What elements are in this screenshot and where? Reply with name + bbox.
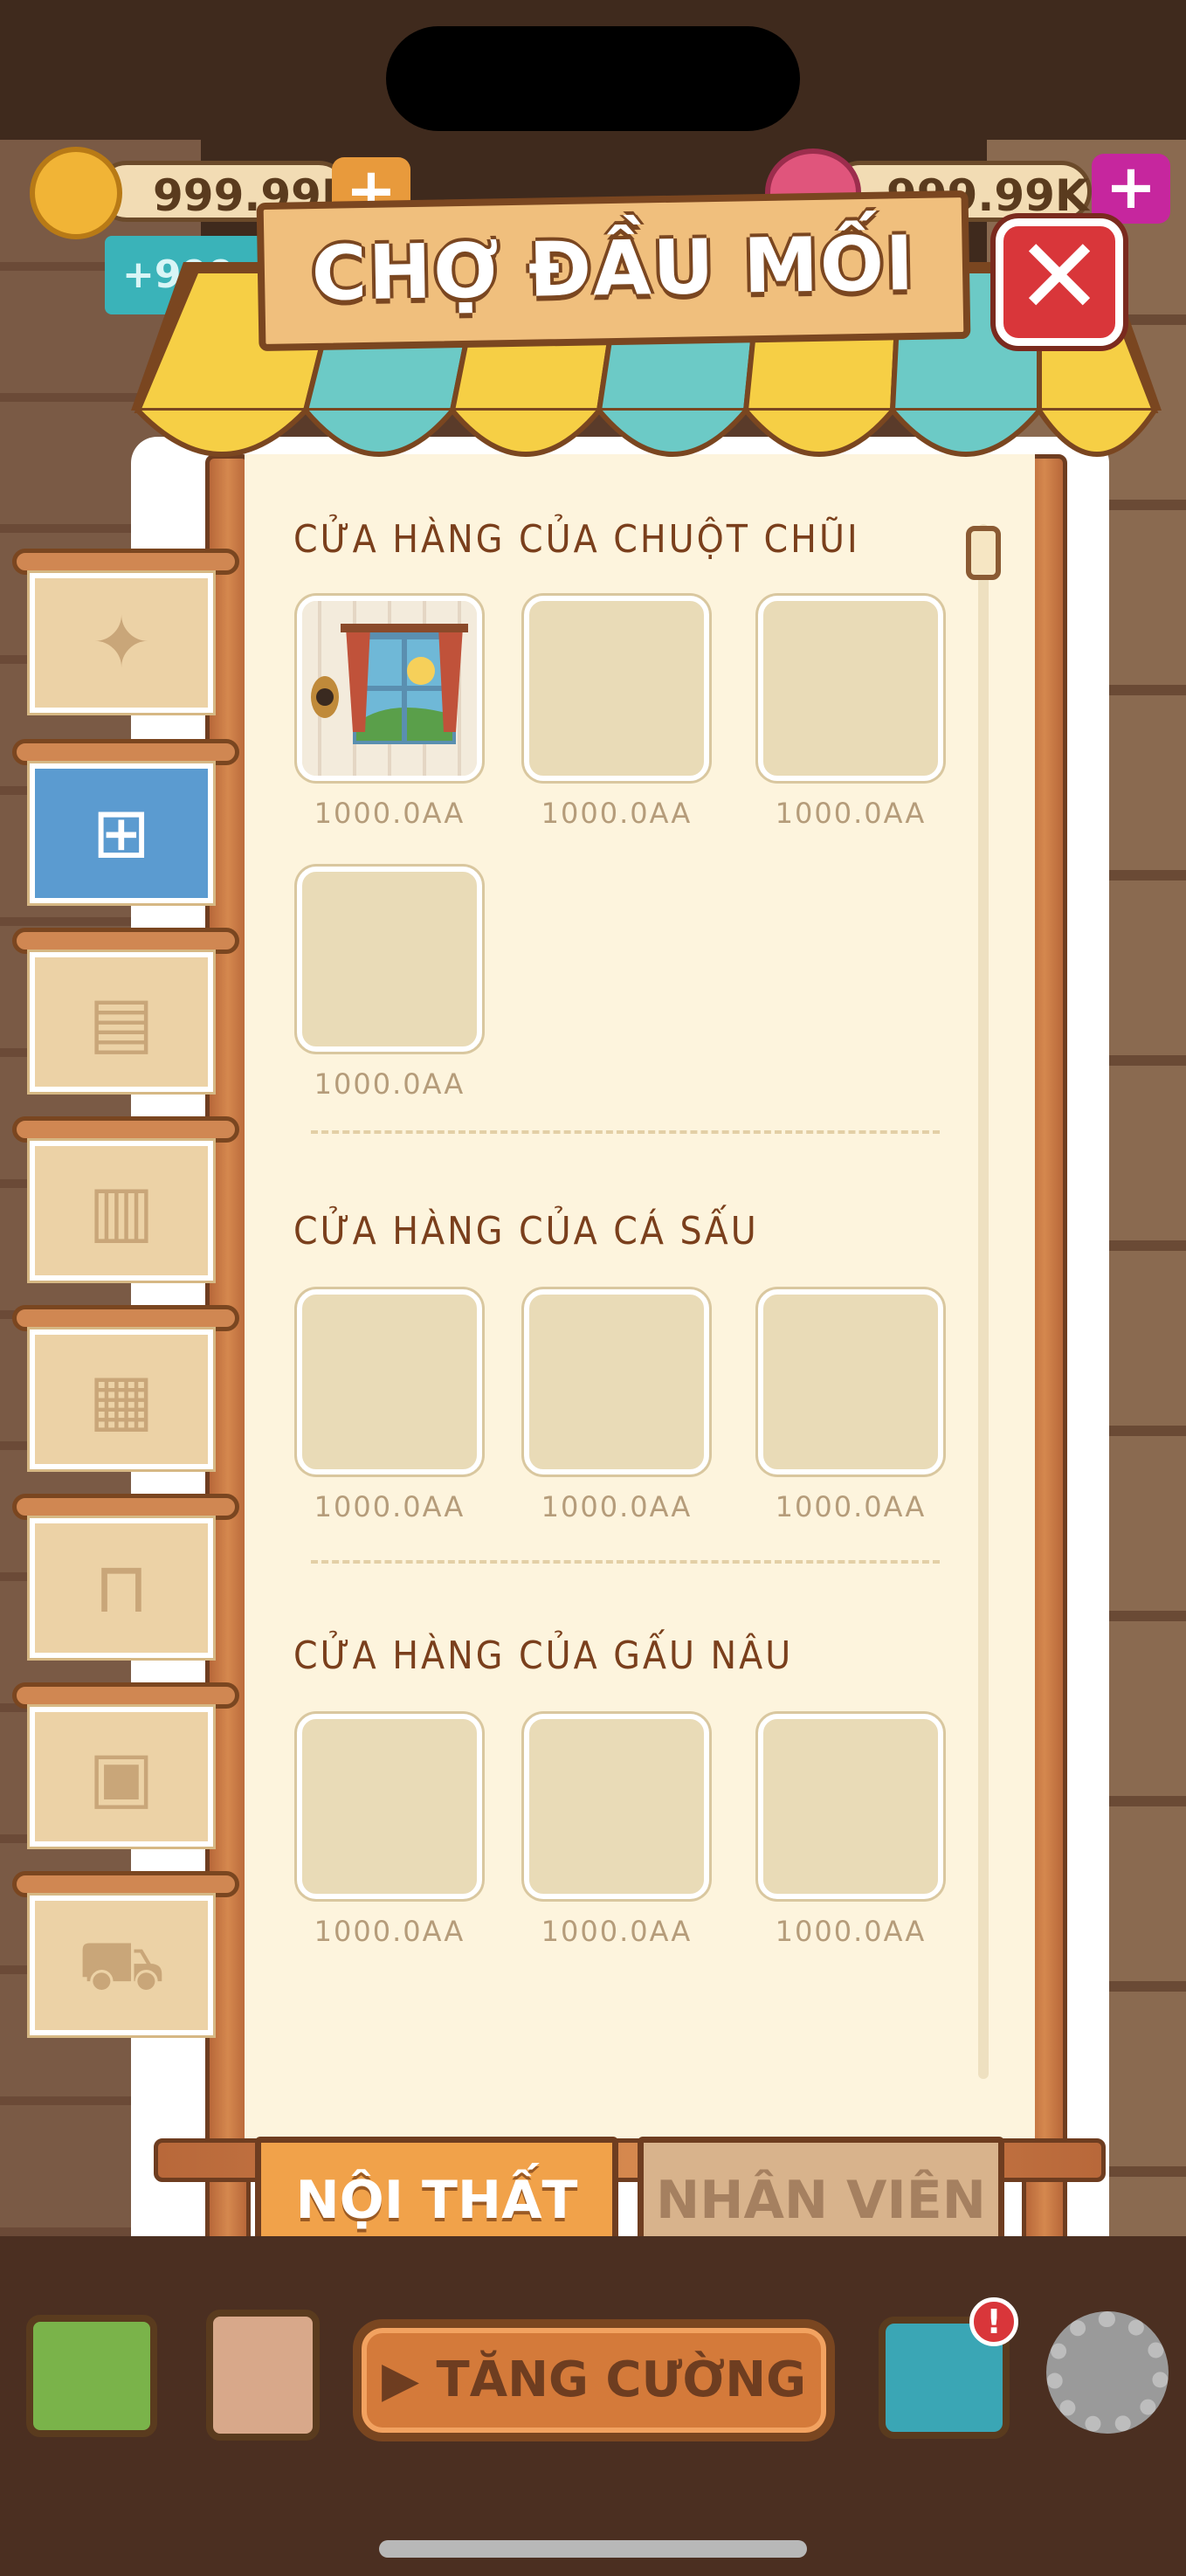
dynamic-island <box>386 26 800 131</box>
section-divider <box>311 1560 940 1564</box>
title-board: CHỢ ĐẦU MỐI <box>256 190 971 352</box>
sparkle-icon: ✦ <box>92 602 151 683</box>
window-icon: ⊞ <box>92 792 151 874</box>
item-price: 1000.0AA <box>314 1915 465 1948</box>
item-price: 1000.0AA <box>541 1915 693 1948</box>
section-title-brown-bear: CỬA HÀNG CỦA GẤU NÂU <box>293 1633 794 1678</box>
gear-icon[interactable] <box>1046 2311 1169 2434</box>
item-price: 1000.0AA <box>775 1915 927 1948</box>
flag-rod <box>12 1871 239 1897</box>
item-slot[interactable] <box>297 867 482 1052</box>
panel-title: CHỢ ĐẦU MỐI <box>311 219 916 319</box>
category-decor[interactable]: ✦ <box>30 573 213 713</box>
category-machine[interactable]: ▥ <box>30 1141 213 1281</box>
category-cart[interactable]: ⛟ <box>30 1896 213 2035</box>
home-indicator[interactable] <box>379 2540 807 2558</box>
cabinet-icon: ▤ <box>88 981 155 1062</box>
cart-icon: ⛟ <box>77 1924 166 2006</box>
item-slot[interactable] <box>524 596 709 781</box>
play-icon: ▶ <box>381 2352 437 2408</box>
item-slot[interactable] <box>524 1714 709 1899</box>
item-price: 1000.0AA <box>314 1067 465 1101</box>
tab-furniture-label: NỘI THẤT <box>295 2170 578 2231</box>
tab-staff-label: NHÂN VIÊN <box>656 2170 986 2231</box>
section-title-mole: CỬA HÀNG CỦA CHUỘT CHŨI <box>293 517 860 562</box>
boost-label: TĂNG CƯỜNG <box>436 2352 807 2408</box>
painting-icon: ▣ <box>88 1736 155 1817</box>
flag-rod <box>12 1494 239 1520</box>
item-price: 1000.0AA <box>314 797 465 830</box>
category-counter[interactable]: ⊓ <box>30 1518 213 1658</box>
flag-rod <box>12 1305 239 1331</box>
category-window[interactable]: ⊞ <box>30 763 213 903</box>
close-icon: ✕ <box>1015 217 1104 338</box>
item-price: 1000.0AA <box>541 1490 693 1523</box>
scrollbar-track[interactable] <box>978 524 989 2079</box>
item-slot[interactable] <box>297 596 482 781</box>
item-slot[interactable] <box>297 1714 482 1899</box>
section-divider <box>311 1130 940 1134</box>
counter-icon: ⊓ <box>93 1547 149 1628</box>
item-slot[interactable] <box>758 596 943 781</box>
add-gems-button[interactable]: + <box>1092 154 1170 224</box>
item-slot[interactable] <box>758 1289 943 1474</box>
item-slot[interactable] <box>758 1714 943 1899</box>
category-calendar[interactable]: ▦ <box>30 1329 213 1469</box>
calendar-icon[interactable] <box>206 2310 320 2441</box>
item-slot[interactable] <box>297 1289 482 1474</box>
boost-button[interactable]: ▶ TĂNG CƯỜNG <box>353 2319 835 2441</box>
alert-badge: ! <box>969 2297 1018 2346</box>
category-cabinet[interactable]: ▤ <box>30 952 213 1092</box>
flag-rod <box>12 549 239 575</box>
machine-icon: ▥ <box>88 1170 155 1251</box>
scrollbar-thumb[interactable] <box>966 526 1001 580</box>
shop-icon[interactable] <box>26 2315 157 2437</box>
calendar-gear-icon: ▦ <box>88 1358 155 1440</box>
category-painting[interactable]: ▣ <box>30 1707 213 1847</box>
flag-rod <box>12 1682 239 1709</box>
item-slot[interactable] <box>524 1289 709 1474</box>
item-price: 1000.0AA <box>775 1490 927 1523</box>
item-price: 1000.0AA <box>775 797 927 830</box>
section-title-crocodile: CỬA HÀNG CỦA CÁ SẤU <box>293 1209 759 1253</box>
flag-rod <box>12 1116 239 1143</box>
flag-rod <box>12 739 239 765</box>
item-price: 1000.0AA <box>314 1490 465 1523</box>
item-price: 1000.0AA <box>541 797 693 830</box>
flag-rod <box>12 928 239 954</box>
window-item-image <box>302 601 477 776</box>
close-button[interactable]: ✕ <box>996 218 1123 346</box>
alert-mark: ! <box>986 2303 1002 2341</box>
paw-coin-icon <box>30 147 122 239</box>
